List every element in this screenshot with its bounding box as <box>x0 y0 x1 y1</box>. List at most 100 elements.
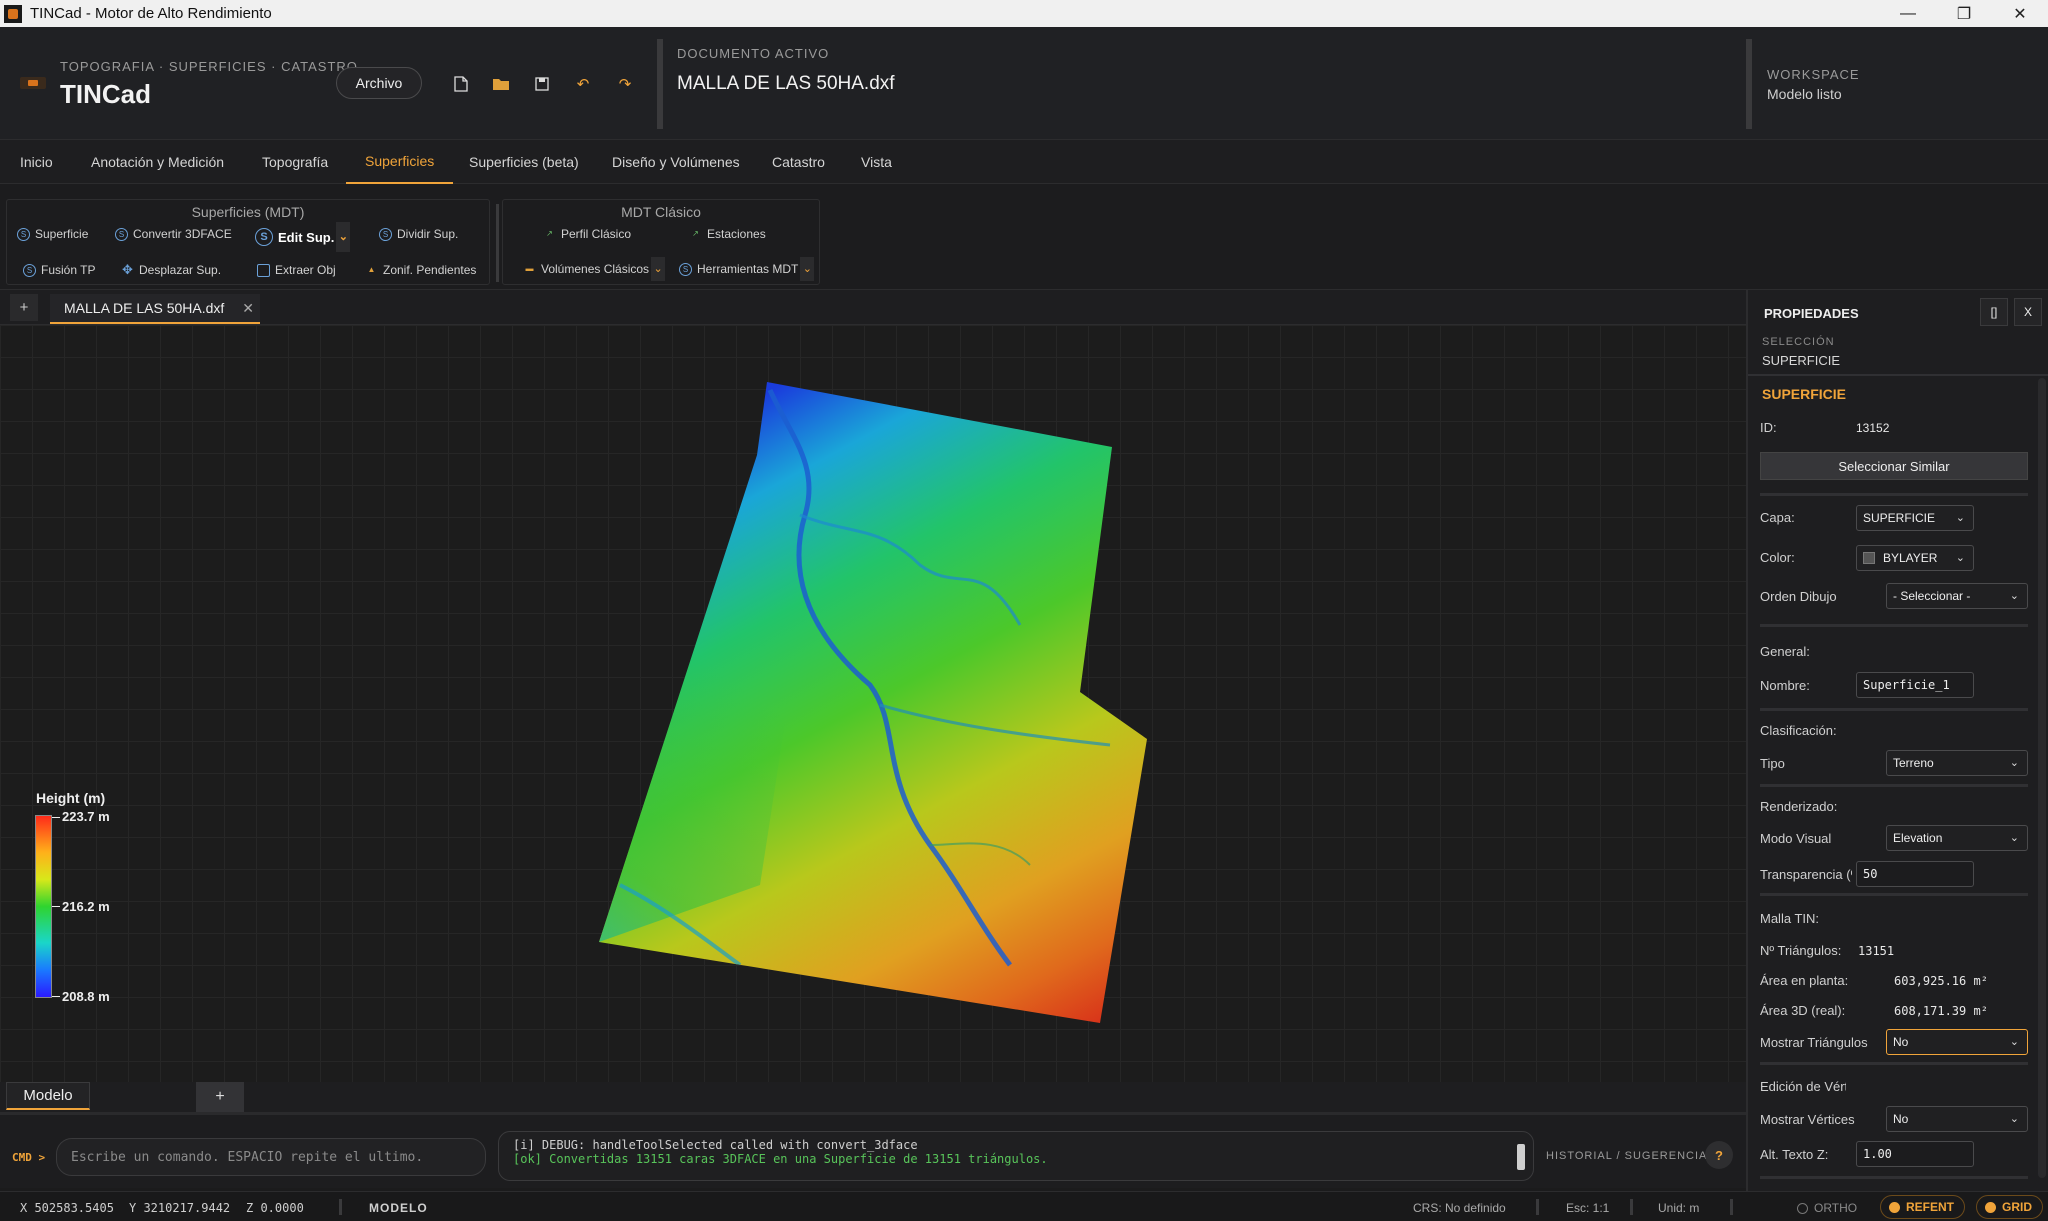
tab-vista[interactable]: Vista <box>861 140 892 184</box>
area-planta-label: Área en planta: <box>1760 973 1849 988</box>
modo-visual-select[interactable]: Elevation ⌄ <box>1886 825 2028 851</box>
zonif-pendientes-button[interactable]: ▲ Zonif. Pendientes <box>365 263 477 277</box>
tab-catastro[interactable]: Catastro <box>772 140 825 184</box>
stations-chart-icon: ↗ <box>692 228 699 238</box>
document-tab[interactable]: MALLA DE LAS 50HA.dxf ✕ <box>50 294 260 324</box>
undo-icon[interactable]: ↶ <box>572 73 594 95</box>
history-label[interactable]: HISTORIAL / SUGERENCIAS <box>1546 1150 1716 1162</box>
tab-diseno-volumenes[interactable]: Diseño y Volúmenes <box>612 140 740 184</box>
layout-tabs: Modelo + <box>0 1082 1746 1112</box>
grid-toggle[interactable]: GRID <box>1976 1195 2043 1219</box>
archivo-button[interactable]: Archivo <box>336 67 422 99</box>
estaciones-button[interactable]: ↗ Estaciones <box>689 227 766 241</box>
chevron-down-icon[interactable]: ⌄ <box>651 257 666 281</box>
color-select[interactable]: BYLAYER ⌄ <box>1856 545 1974 571</box>
orden-dibujo-select[interactable]: - Seleccionar - ⌄ <box>1886 583 2028 609</box>
extraer-obj-button[interactable]: Extraer Obj <box>257 263 336 277</box>
area-3d-value: 608,171.39 m² <box>1894 1004 1988 1018</box>
tab-topografia[interactable]: Topografía <box>262 140 328 184</box>
model-tab[interactable]: Modelo <box>6 1082 90 1110</box>
panel-divider <box>1748 374 2048 376</box>
command-input[interactable]: Escribe un comando. ESPACIO repite el ul… <box>56 1138 486 1176</box>
breadcrumb: TOPOGRAFIA · SUPERFICIES · CATASTRO <box>60 59 358 74</box>
surface-icon: S <box>679 262 692 276</box>
properties-title: PROPIEDADES <box>1764 306 1859 321</box>
space-mode[interactable]: MODELO <box>369 1201 428 1215</box>
close-tab-icon[interactable]: ✕ <box>242 300 254 317</box>
ortho-toggle[interactable]: ORTHO <box>1797 1201 1857 1215</box>
legend-title: Height (m) <box>36 790 106 806</box>
coord-z: Z 0.0000 <box>246 1201 304 1215</box>
capa-select[interactable]: SUPERFICIE ⌄ <box>1856 505 1974 531</box>
tab-anotacion[interactable]: Anotación y Medición <box>91 140 224 184</box>
restore-button[interactable]: ❐ <box>1936 0 1992 27</box>
area-3d-label: Área 3D (real): <box>1760 1003 1846 1018</box>
dock-panel-button[interactable]: [] <box>1980 298 2008 326</box>
terrain-surface <box>599 382 1147 1023</box>
open-folder-icon[interactable] <box>490 73 512 95</box>
refent-toggle[interactable]: REFENT <box>1880 1195 1965 1219</box>
fusion-tp-button[interactable]: S Fusión TP <box>23 263 95 277</box>
chevron-down-icon[interactable]: ⌄ <box>336 222 351 252</box>
refent-indicator-icon <box>1889 1201 1900 1213</box>
ribbon-tabs: Inicio Anotación y Medición Topografía S… <box>0 140 2048 184</box>
workspace-status: Modelo listo <box>1767 86 1842 102</box>
new-document-tab-button[interactable]: + <box>10 294 38 321</box>
selection-label: SELECCIÓN <box>1762 336 1835 348</box>
profile-chart-icon: ↗ <box>546 228 553 238</box>
mostrar-vertices-select[interactable]: No ⌄ <box>1886 1106 2028 1132</box>
extraer-label: Extraer Obj <box>275 263 336 277</box>
panel-divider <box>1760 784 2028 787</box>
convertir-3dface-button[interactable]: S Convertir 3DFACE <box>115 227 232 241</box>
tipo-select[interactable]: Terreno ⌄ <box>1886 750 2028 776</box>
close-window-button[interactable]: ✕ <box>1992 0 2048 27</box>
edit-sup-button[interactable]: S Edit Sup. ⌄ <box>255 222 351 252</box>
herramientas-mdt-button[interactable]: S Herramientas MDT ⌄ <box>679 257 815 281</box>
save-icon[interactable] <box>531 73 553 95</box>
tab-superficies-beta[interactable]: Superficies (beta) <box>469 140 579 184</box>
group-title: MDT Clásico <box>621 204 701 220</box>
id-value: 13152 <box>1856 421 1890 435</box>
redo-icon[interactable]: ↷ <box>614 73 636 95</box>
superficie-button[interactable]: S Superficie <box>17 227 89 241</box>
panel-divider <box>1760 893 2028 896</box>
select-similar-button[interactable]: Seleccionar Similar <box>1760 452 2028 480</box>
tab-superficies[interactable]: Superficies <box>346 140 454 184</box>
minimize-button[interactable]: — <box>1880 0 1936 27</box>
close-panel-button[interactable]: X <box>2014 298 2042 326</box>
add-layout-button[interactable]: + <box>196 1082 244 1112</box>
estaciones-label: Estaciones <box>707 227 766 241</box>
tipo-value: Terreno <box>1893 756 1934 770</box>
chevron-down-icon: ⌄ <box>1955 512 1965 524</box>
chevron-down-icon[interactable]: ⌄ <box>800 257 815 281</box>
desplazar-sup-button[interactable]: ✥ Desplazar Sup. <box>121 263 221 278</box>
id-label: ID: <box>1760 420 1777 435</box>
active-document-label: DOCUMENTO ACTIVO <box>677 46 830 61</box>
grid-label: GRID <box>2002 1200 2032 1214</box>
mostrar-triangulos-select[interactable]: No ⌄ <box>1886 1029 2028 1055</box>
surface-icon: S <box>115 227 128 241</box>
panel-scrollbar[interactable] <box>2038 378 2046 1178</box>
selection-value: SUPERFICIE <box>1762 353 1841 368</box>
tab-inicio[interactable]: Inicio <box>20 140 53 184</box>
chevron-down-icon: ⌄ <box>2009 1036 2019 1048</box>
area-planta-value: 603,925.16 m² <box>1894 974 1988 988</box>
dividir-sup-button[interactable]: S Dividir Sup. <box>379 227 458 241</box>
drawing-canvas[interactable]: Height (m) 223.7 m 216.2 m 208.8 m <box>0 325 1746 1082</box>
fusion-label: Fusión TP <box>41 263 96 277</box>
log-scrollbar[interactable] <box>1517 1144 1525 1170</box>
alt-texto-z-input[interactable]: 1.00 <box>1856 1141 1974 1167</box>
section-title: SUPERFICIE <box>1762 386 1847 402</box>
volumenes-clasicos-button[interactable]: ▬ Volúmenes Clásicos ⌄ <box>523 257 666 281</box>
new-file-icon[interactable] <box>450 73 472 95</box>
mostrar-triangulos-value: No <box>1893 1035 1909 1049</box>
color-label: Color: <box>1760 550 1795 565</box>
legend-mid: 216.2 m <box>62 899 110 914</box>
tipo-label: Tipo <box>1760 756 1785 771</box>
perfil-clasico-button[interactable]: ↗ Perfil Clásico <box>543 227 631 241</box>
transparencia-input[interactable]: 50 <box>1856 861 1974 887</box>
nombre-input[interactable]: Superficie_1 <box>1856 672 1974 698</box>
capa-value: SUPERFICIE <box>1863 511 1936 525</box>
help-button[interactable]: ? <box>1705 1141 1733 1169</box>
zonif-label: Zonif. Pendientes <box>383 263 477 277</box>
